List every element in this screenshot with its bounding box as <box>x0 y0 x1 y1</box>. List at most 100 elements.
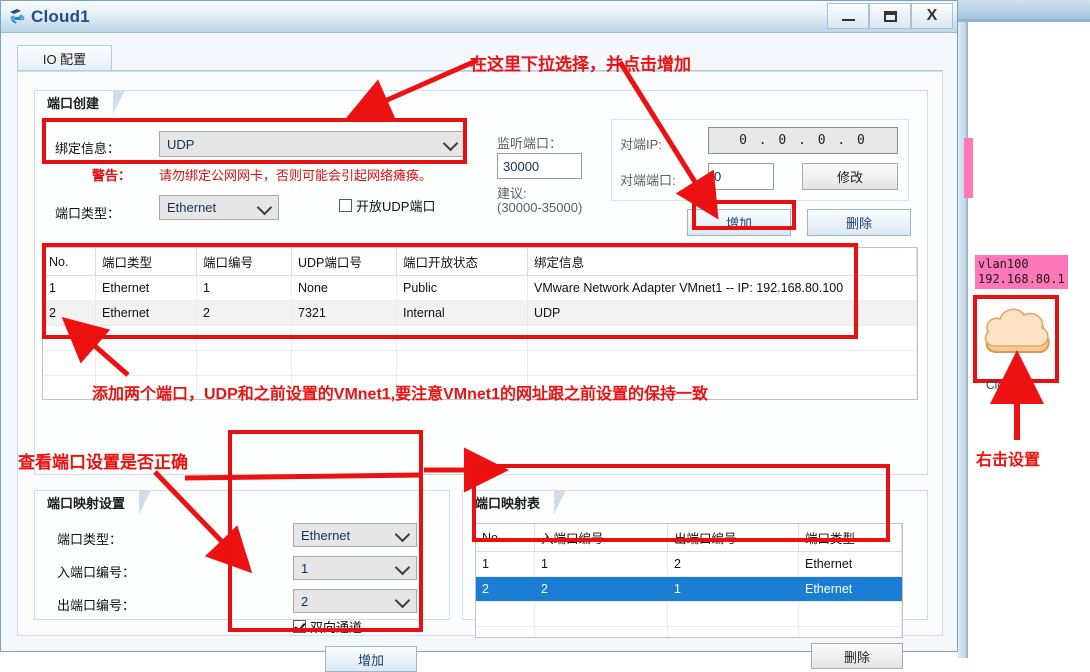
map-table-cell-2: 2 <box>667 551 799 577</box>
port-table-cell-empty <box>95 325 197 351</box>
group-port-map-settings: 端口映射设置 端口类型： Ethernet 入端口编号： 1 出端口编号： 2 … <box>34 490 450 672</box>
map-port-type-select[interactable]: Ethernet <box>293 523 417 547</box>
add-port-button[interactable]: 增加 <box>687 209 791 236</box>
table-row-empty[interactable] <box>476 601 902 627</box>
maximize-button[interactable] <box>869 3 911 29</box>
peer-ip-value: 0 . 0 . 0 . 0 <box>739 133 867 148</box>
chevron-down-icon <box>442 135 459 152</box>
tab-io-config-label: IO 配置 <box>42 52 87 67</box>
background-app-left-rail <box>958 22 966 658</box>
table-row-empty[interactable] <box>43 350 917 376</box>
port-table-header-1: 端口类型 <box>95 248 197 276</box>
modify-button[interactable]: 修改 <box>802 163 898 190</box>
port-table-header-4: 端口开放状态 <box>396 248 528 276</box>
map-add-button-label: 增加 <box>357 652 384 668</box>
peer-settings-panel: 对端IP: 0 . 0 . 0 . 0 对端端口: 0 修改 <box>611 119 909 201</box>
table-row[interactable]: 1 Ethernet 1 None Public VMware Network Adapt… <box>43 275 917 301</box>
delete-port-button[interactable]: 删除 <box>807 209 911 236</box>
peer-port-input[interactable]: 0 <box>708 163 774 190</box>
out-port-label: 出端口编号： <box>57 598 136 613</box>
cloud-icon[interactable] <box>979 300 1055 376</box>
dialog-titlebar[interactable]: Cloud1 X <box>1 1 957 33</box>
map-table-header-1: 入端口编号 <box>534 524 668 552</box>
map-table-cell-1: 2 <box>534 576 668 602</box>
cloud-device-icon <box>10 9 25 24</box>
port-table-cell-1: Ethernet <box>95 275 197 301</box>
in-port-select[interactable]: 1 <box>293 556 417 580</box>
map-table-header-3: 端口类型 <box>798 524 902 552</box>
tab-io-config[interactable]: IO 配置 <box>17 45 112 71</box>
port-table-cell-empty <box>396 350 528 376</box>
listen-port-input[interactable]: 30000 <box>497 153 582 179</box>
port-table-cell-3: 7321 <box>291 300 397 326</box>
delete-port-button-label: 删除 <box>845 216 872 231</box>
vlan-label-line1: vlan100 <box>978 257 1029 271</box>
warning-label: 警告： <box>92 168 132 183</box>
peer-ip-label: 对端IP: <box>620 137 662 152</box>
map-table-cell-empty <box>534 626 668 637</box>
open-udp-port-label: 开放UDP端口 <box>356 199 436 214</box>
port-table-cell-empty <box>291 325 397 351</box>
chevron-down-icon <box>256 199 273 215</box>
map-table-cell-0: 2 <box>476 576 535 602</box>
port-map-table[interactable]: No. 入端口编号 出端口编号 端口类型 1 1 2 Ethernet 2 2 1 Ethernet <box>475 523 903 638</box>
port-type-value: Ethernet <box>167 200 217 215</box>
listen-port-label: 监听端口： <box>497 136 563 151</box>
table-header-row: No. 端口类型 端口编号 UDP端口号 端口开放状态 绑定信息 <box>43 248 917 276</box>
in-port-label: 入端口编号： <box>57 565 136 580</box>
minimize-icon <box>841 19 855 21</box>
table-row-empty[interactable] <box>43 325 917 351</box>
annotation-right-click-setting: 右击设置 <box>976 452 1041 469</box>
map-table-cell-empty <box>798 626 902 637</box>
open-udp-port-checkbox[interactable]: 开放UDP端口 <box>339 196 435 215</box>
port-table-cell-4: Public <box>396 275 528 301</box>
map-add-button[interactable]: 增加 <box>325 646 417 672</box>
chevron-down-icon <box>394 592 411 609</box>
bind-info-select[interactable]: UDP <box>159 131 465 157</box>
peer-port-value: 0 <box>714 169 722 184</box>
bidirectional-checkbox[interactable]: 双向通道 <box>293 617 362 636</box>
out-port-select[interactable]: 2 <box>293 589 417 613</box>
peer-ip-input[interactable]: 0 . 0 . 0 . 0 <box>708 127 898 154</box>
port-table-cell-empty <box>291 375 397 399</box>
listen-port-value: 30000 <box>503 158 540 174</box>
group-port-create-title-text: 端口创建 <box>47 95 100 111</box>
port-table-cell-empty <box>396 325 528 351</box>
port-table-cell-2: 2 <box>196 300 292 326</box>
table-row-empty[interactable] <box>43 375 917 399</box>
chevron-down-icon <box>394 559 411 576</box>
table-row-empty[interactable] <box>476 626 902 637</box>
port-type-select[interactable]: Ethernet <box>159 195 279 220</box>
warning-text: 请勿绑定公网网卡，否则可能会引起网络瘫痪。 <box>159 168 433 183</box>
port-table-cell-5: UDP <box>527 300 917 326</box>
port-table-cell-empty <box>527 375 917 399</box>
port-table-cell-empty <box>196 325 292 351</box>
background-app-titlebar <box>958 0 1090 22</box>
port-table-cell-empty <box>396 375 528 399</box>
bind-info-value: UDP <box>167 136 195 152</box>
map-table-cell-empty <box>667 626 799 637</box>
map-delete-button[interactable]: 删除 <box>811 643 903 669</box>
minimize-button[interactable] <box>827 3 869 29</box>
peer-port-label: 对端端口: <box>620 173 676 188</box>
table-row[interactable]: 2 2 1 Ethernet <box>476 576 902 602</box>
tab-strip: IO 配置 <box>17 45 943 71</box>
group-port-map-table-title-text: 端口映射表 <box>475 495 541 511</box>
port-table-cell-empty <box>196 375 292 399</box>
port-table-header-2: 端口编号 <box>196 248 292 276</box>
port-table-cell-1: Ethernet <box>95 300 197 326</box>
port-table-cell-empty <box>527 325 917 351</box>
port-table-cell-empty <box>196 350 292 376</box>
table-row[interactable]: 1 1 2 Ethernet <box>476 551 902 577</box>
bind-info-label: 绑定信息： <box>55 141 121 156</box>
port-list-table[interactable]: No. 端口类型 端口编号 UDP端口号 端口开放状态 绑定信息 1 Ethernet 1 No… <box>42 247 918 400</box>
vlan-strip-marker <box>964 138 973 198</box>
cloud-device-label: Cloud1 <box>986 378 1025 392</box>
add-port-button-label: 增加 <box>725 216 752 231</box>
close-button[interactable]: X <box>911 3 953 29</box>
map-table-header-2: 出端口编号 <box>667 524 799 552</box>
table-row[interactable]: 2 Ethernet 2 7321 Internal UDP <box>43 300 917 326</box>
group-port-map-table-title: 端口映射表 <box>462 490 567 514</box>
modify-button-label: 修改 <box>836 170 863 185</box>
port-table-cell-empty <box>43 375 96 399</box>
